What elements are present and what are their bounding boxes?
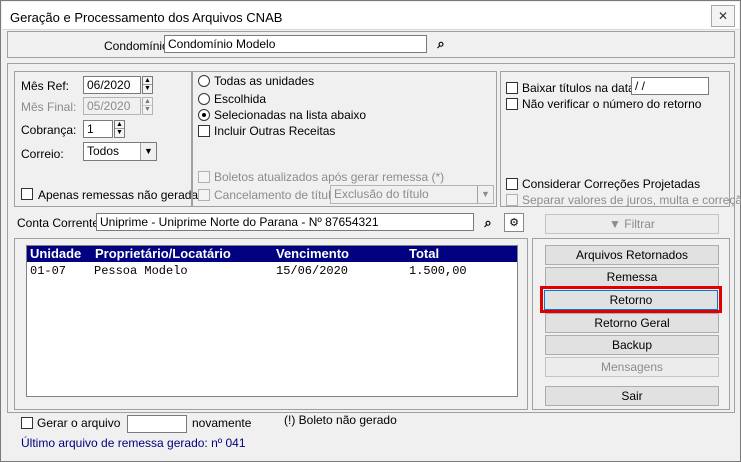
title-bar: Geração e Processamento dos Arquivos CNA…: [2, 2, 739, 30]
backup-button[interactable]: Backup: [545, 335, 719, 355]
cell-proprietario: Pessoa Modelo: [94, 264, 188, 278]
units-grid[interactable]: Unidade Proprietário/Locatário Venciment…: [26, 245, 518, 397]
correio-select[interactable]: Todos ▼: [83, 142, 157, 161]
table-row[interactable]: 01-07 Pessoa Modelo 15/06/2020 1.500,00: [27, 263, 517, 279]
cancelamento-select[interactable]: Exclusão do título ▼: [330, 185, 494, 204]
settings-icon[interactable]: ⚙: [504, 213, 524, 232]
col-vencimento[interactable]: Vencimento: [276, 246, 349, 261]
filtrar-label: Filtrar: [624, 217, 655, 231]
todas-label: Todas as unidades: [214, 74, 315, 88]
mes-final-input[interactable]: 05/2020: [83, 97, 141, 115]
correio-label: Correio:: [21, 147, 64, 161]
mes-ref-spinner[interactable]: ▲ ▼: [142, 76, 153, 94]
mes-final-label: Mês Final:: [21, 100, 77, 114]
baixar-label: Baixar títulos na data:: [522, 81, 639, 95]
chevron-down-icon[interactable]: ▼: [140, 143, 156, 160]
close-button[interactable]: ✕: [711, 5, 735, 27]
cancelamento-label: Cancelamento de título: [214, 188, 338, 202]
selecionadas-label: Selecionadas na lista abaixo: [214, 108, 367, 122]
col-total[interactable]: Total: [409, 246, 439, 261]
conta-label: Conta Corrente:: [17, 216, 103, 230]
apenas-remessas-label: Apenas remessas não geradas: [38, 188, 205, 202]
boletos-atualizados-checkbox[interactable]: [198, 171, 210, 183]
arquivos-retornados-button[interactable]: Arquivos Retornados: [545, 245, 719, 265]
chevron-down-icon[interactable]: ▼: [477, 186, 493, 203]
filter-icon: ▼: [609, 217, 625, 231]
cancelamento-checkbox[interactable]: [198, 189, 210, 201]
binoculars-icon[interactable]: ⌕: [478, 213, 498, 232]
window-title: Geração e Processamento dos Arquivos CNA…: [10, 10, 283, 25]
baixar-date-input[interactable]: / /: [631, 77, 709, 95]
incluir-outras-label: Incluir Outras Receitas: [214, 124, 336, 138]
nao-verificar-label: Não verificar o número do retorno: [522, 97, 702, 111]
boletos-atualizados-label: Boletos atualizados após gerar remessa (…: [214, 170, 445, 184]
incluir-outras-checkbox[interactable]: [198, 125, 210, 137]
cell-vencimento: 15/06/2020: [276, 264, 349, 278]
novamente-label: novamente: [192, 416, 252, 430]
mes-ref-input[interactable]: 06/2020: [83, 76, 141, 94]
boleto-nao-gerado-label: (!) Boleto não gerado: [284, 413, 397, 427]
col-unidade[interactable]: Unidade: [30, 246, 81, 261]
retorno-geral-button[interactable]: Retorno Geral: [545, 313, 719, 333]
mensagens-button[interactable]: Mensagens: [545, 357, 719, 377]
grid-header: Unidade Proprietário/Locatário Venciment…: [27, 246, 517, 262]
considerar-label: Considerar Correções Projetadas: [522, 177, 701, 191]
gerar-checkbox[interactable]: [21, 417, 33, 429]
escolhida-label: Escolhida: [214, 92, 267, 106]
escolhida-radio[interactable]: [198, 93, 210, 105]
col-proprietario[interactable]: Proprietário/Locatário: [95, 246, 231, 261]
mes-ref-label: Mês Ref:: [21, 79, 70, 93]
baixar-checkbox[interactable]: [506, 82, 518, 94]
separar-checkbox[interactable]: [506, 194, 518, 206]
filtrar-button[interactable]: ▼ Filtrar: [545, 214, 719, 234]
cell-total: 1.500,00: [409, 264, 467, 278]
gerar-input[interactable]: [127, 415, 187, 433]
gerar-label: Gerar o arquivo: [37, 416, 121, 430]
ultimo-arquivo-label: Último arquivo de remessa gerado: nº 041: [21, 436, 246, 450]
condominio-input[interactable]: Condomínio Modelo: [164, 35, 427, 53]
separar-label: Separar valores de juros, multa e correç…: [522, 193, 741, 207]
binoculars-icon[interactable]: ⌕: [431, 34, 451, 53]
conta-input[interactable]: Uniprime - Uniprime Norte do Parana - Nº…: [96, 213, 474, 231]
retorno-highlight: [540, 286, 722, 313]
remessa-button[interactable]: Remessa: [545, 267, 719, 287]
cnab-window: Geração e Processamento dos Arquivos CNA…: [0, 0, 741, 462]
correio-value: Todos: [87, 144, 120, 158]
apenas-remessas-checkbox[interactable]: [21, 188, 33, 200]
cobranca-spinner[interactable]: ▲ ▼: [114, 120, 125, 138]
cell-unidade: 01-07: [30, 264, 67, 278]
condominio-label: Condomínio:: [104, 39, 173, 53]
considerar-checkbox[interactable]: [506, 178, 518, 190]
cancelamento-value: Exclusão do título: [334, 187, 429, 201]
mes-final-spinner[interactable]: ▲ ▼: [142, 97, 153, 115]
selecionadas-radio[interactable]: [198, 109, 210, 121]
todas-radio[interactable]: [198, 75, 210, 87]
nao-verificar-checkbox[interactable]: [506, 98, 518, 110]
sair-button[interactable]: Sair: [545, 386, 719, 406]
cobranca-input[interactable]: 1: [83, 120, 113, 138]
cobranca-label: Cobrança:: [21, 123, 77, 137]
